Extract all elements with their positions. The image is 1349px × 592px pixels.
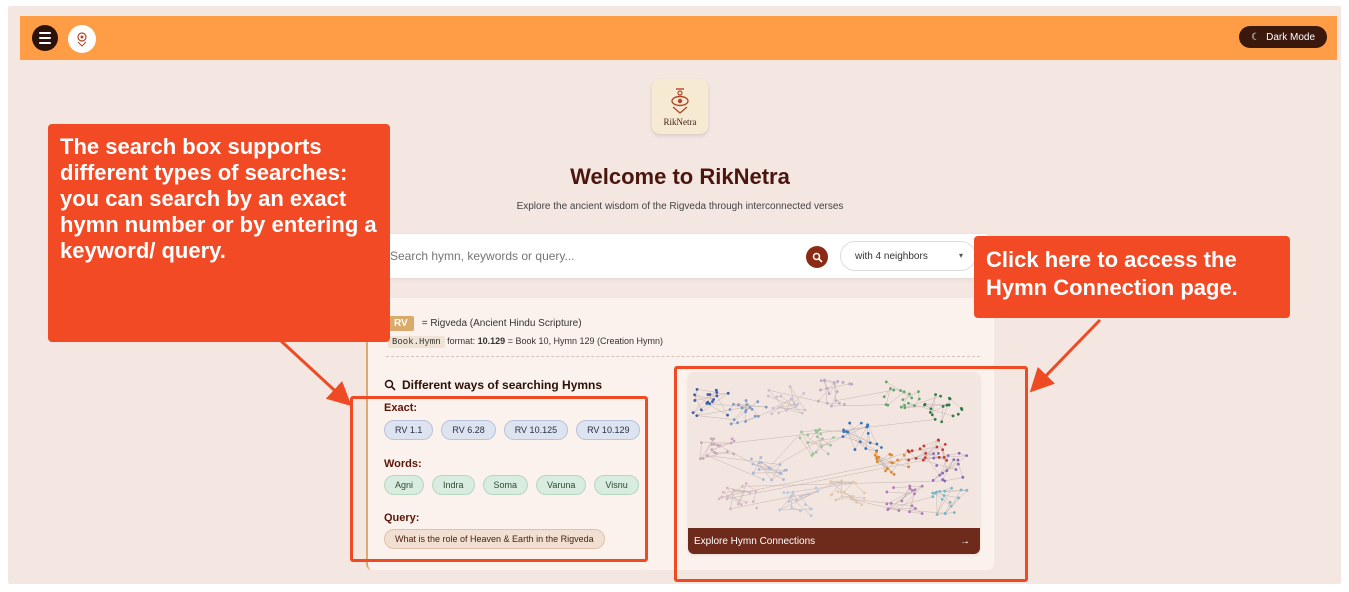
moon-icon: ☾	[1251, 31, 1261, 43]
search-types-highlight	[350, 396, 648, 562]
format-example: 10.129	[477, 336, 506, 346]
top-navbar: ☾ Dark Mode	[20, 16, 1337, 60]
connection-callout: Click here to access the Hymn Connection…	[974, 236, 1290, 318]
logo-text: RikNetra	[663, 116, 697, 127]
eye-emblem-icon	[671, 87, 689, 114]
search-icon	[384, 379, 396, 391]
dark-mode-label: Dark Mode	[1266, 31, 1315, 43]
neighbors-value: with 4 neighbors	[855, 250, 928, 262]
search-icon	[812, 252, 823, 263]
format-prefix: format:	[447, 336, 476, 346]
format-chip: Book.Hymn	[388, 336, 445, 348]
rv-description: = Rigveda (Ancient Hindu Scripture)	[421, 318, 582, 329]
search-callout: The search box supports different types …	[48, 124, 390, 342]
page-subtitle: Explore the ancient wisdom of the Rigved…	[516, 201, 844, 212]
ways-title: Different ways of searching Hymns	[384, 378, 602, 392]
chevron-down-icon: ▾	[958, 251, 963, 260]
search-input[interactable]	[390, 246, 790, 266]
riknetra-logo: RikNetra	[652, 79, 708, 134]
search-bar: with 4 neighbors ▾	[376, 234, 990, 278]
search-button[interactable]	[806, 246, 828, 268]
legend-format: Book.Hymn format: 10.129 = Book 10, Hymn…	[388, 336, 664, 348]
format-description: = Book 10, Hymn 129 (Creation Hymn)	[507, 336, 664, 346]
page-title: Welcome to RikNetra	[570, 164, 790, 189]
riknetra-logo-small[interactable]	[68, 25, 96, 53]
graph-card-highlight	[674, 366, 1028, 582]
menu-icon[interactable]	[32, 25, 58, 51]
rv-chip: RV	[388, 316, 414, 331]
dark-mode-button[interactable]: ☾ Dark Mode	[1239, 26, 1327, 48]
neighbors-select[interactable]: with 4 neighbors ▾	[840, 241, 976, 271]
ways-title-text: Different ways of searching Hymns	[402, 378, 603, 392]
legend-rv: RV = Rigveda (Ancient Hindu Scripture)	[388, 316, 582, 331]
divider	[386, 356, 980, 357]
eye-emblem-icon	[77, 32, 87, 47]
